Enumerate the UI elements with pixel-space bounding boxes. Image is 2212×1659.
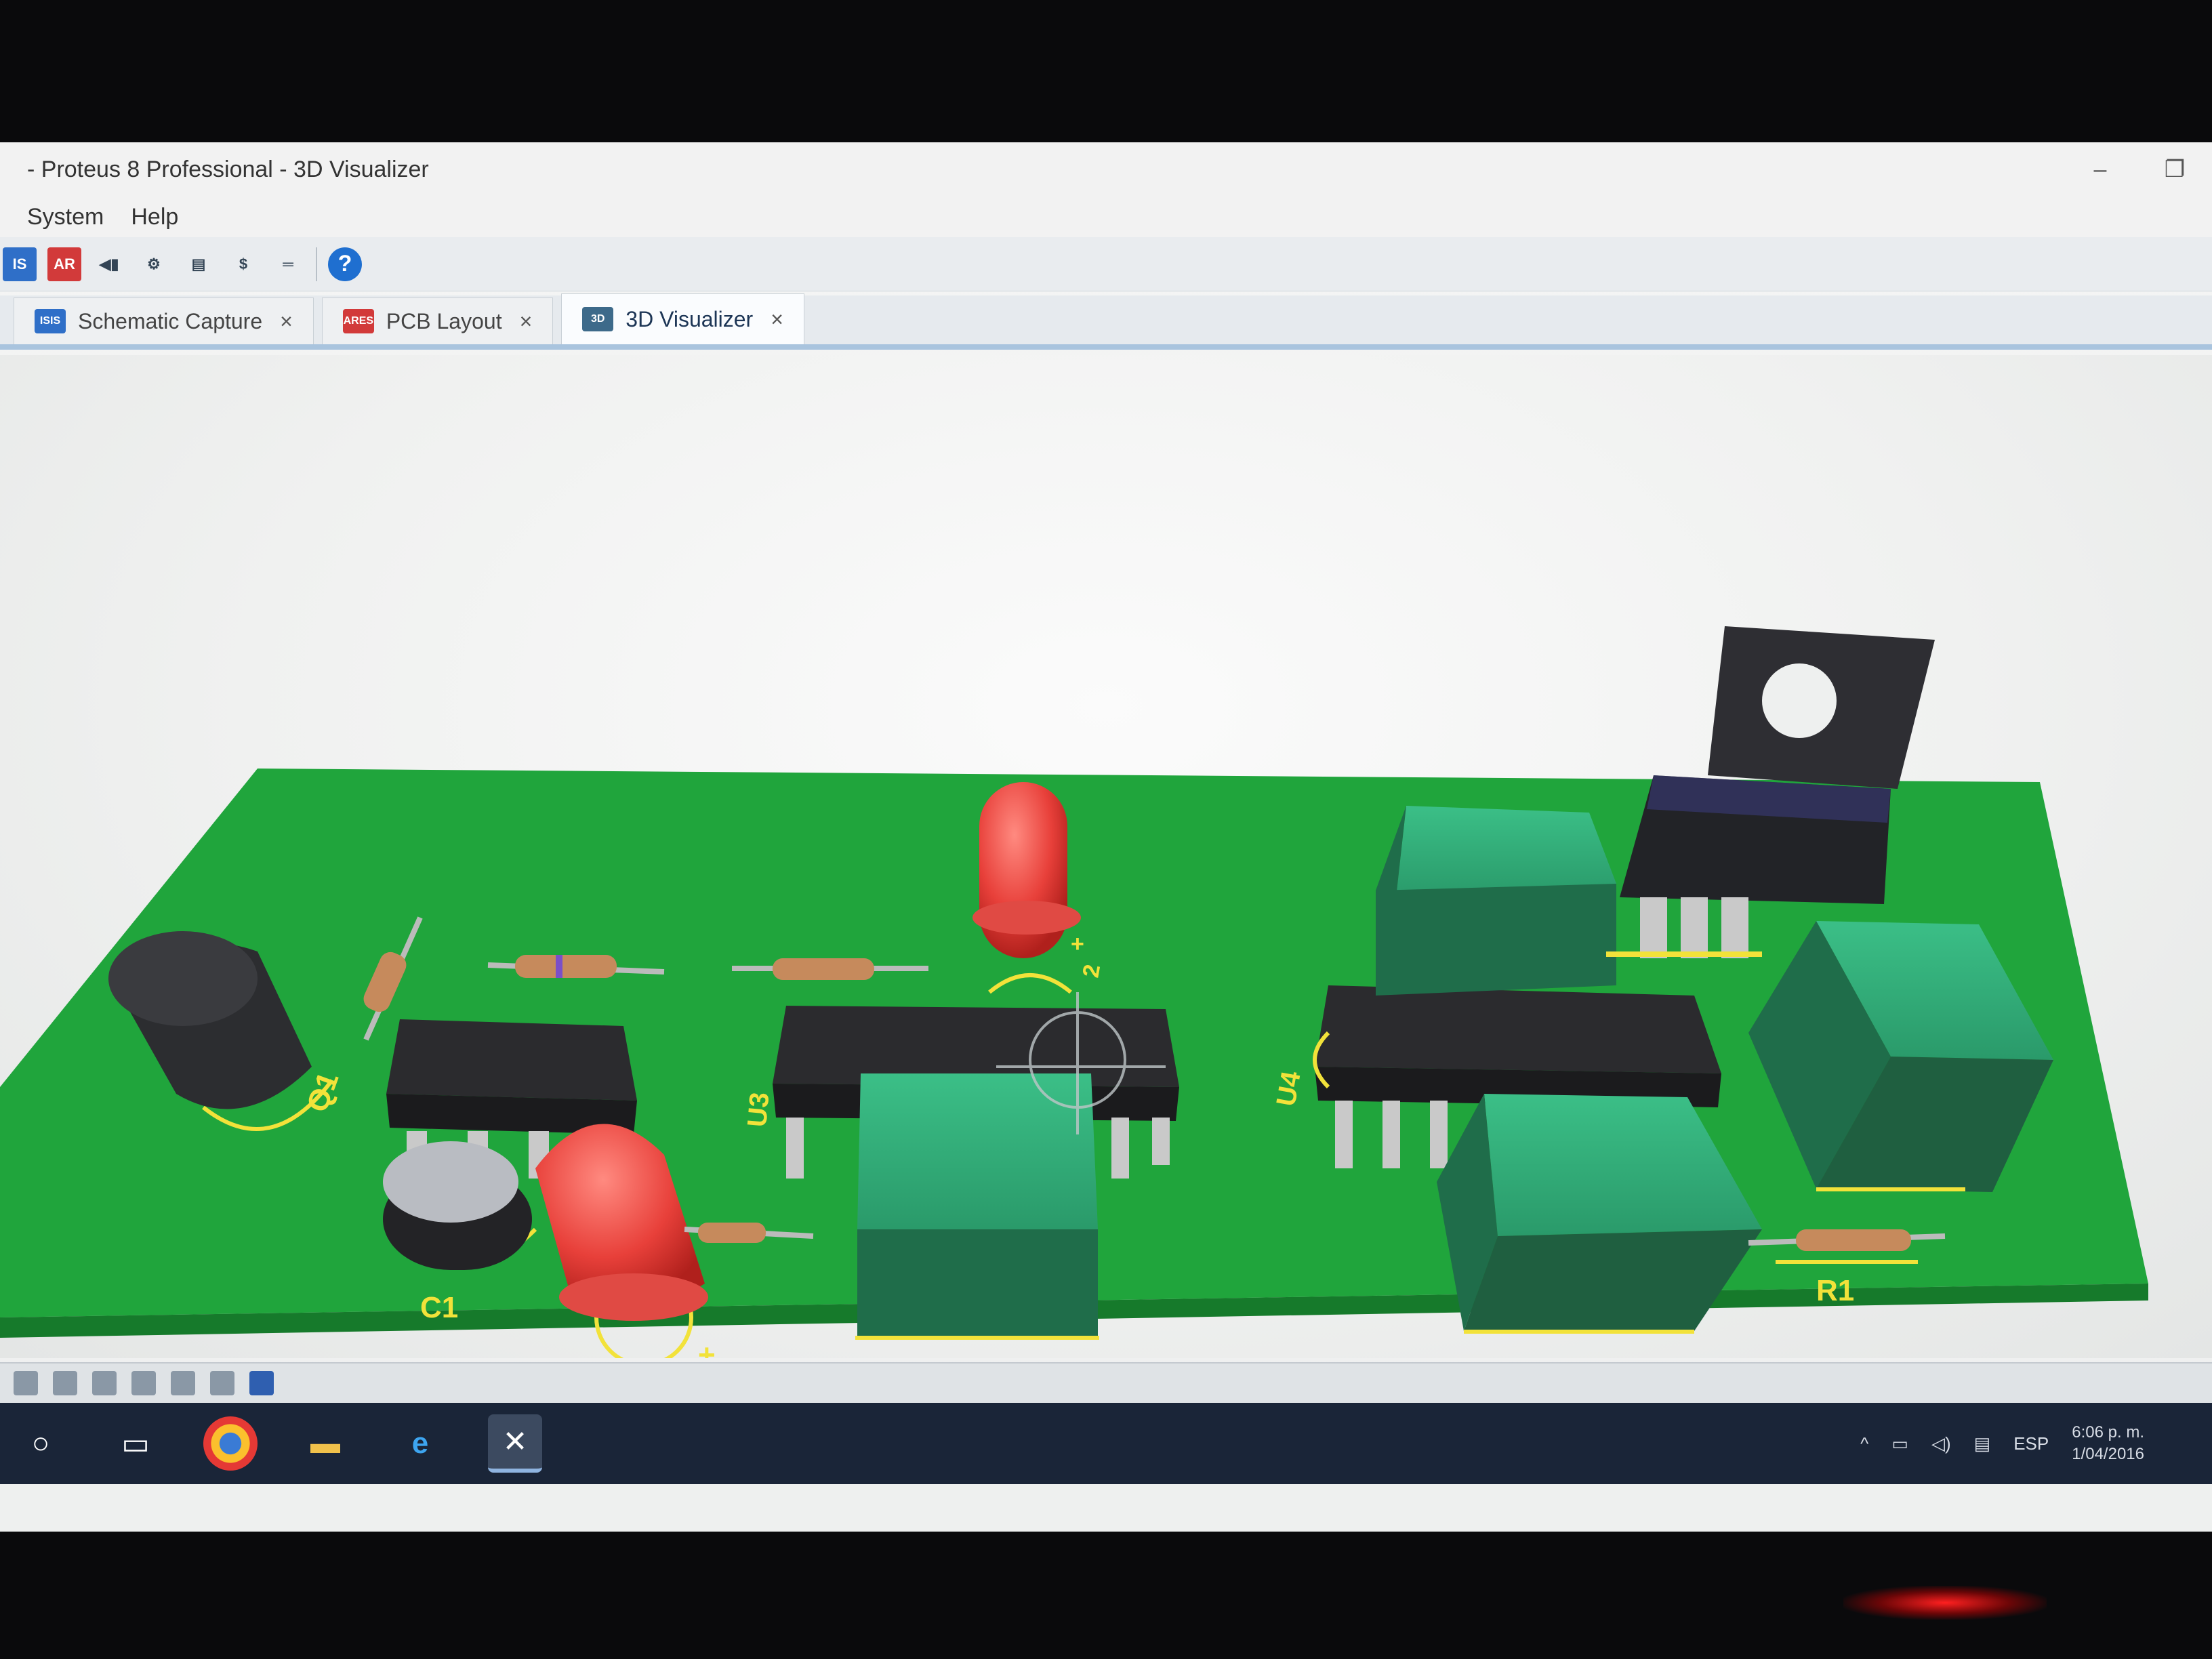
windows-taskbar: ○ ▭ ▬ e ✕ ^ ▭ ◁) ▤ ESP 6:06 p. m. 1/04/2… — [0, 1403, 2212, 1484]
board-icon[interactable] — [249, 1371, 274, 1395]
undo-icon[interactable] — [14, 1371, 38, 1395]
vsm-studio-icon[interactable]: ═ — [271, 247, 305, 281]
label-u3: U3 — [742, 1091, 775, 1128]
restore-button[interactable]: ❐ — [2158, 142, 2192, 197]
design-explorer-icon[interactable]: $ — [226, 247, 260, 281]
main-toolbar: IS AR ◀▮ ⚙ ▤ $ ═ ? — [0, 237, 2212, 291]
menu-system[interactable]: System — [27, 204, 104, 230]
search-icon[interactable]: ○ — [14, 1416, 68, 1471]
title-bar: - Proteus 8 Professional - 3D Visualizer… — [0, 142, 2212, 197]
proteus-taskbar-icon[interactable]: ✕ — [488, 1414, 542, 1473]
3d-view-icon[interactable] — [131, 1371, 156, 1395]
3d-visualizer-icon[interactable]: ◀▮ — [92, 247, 126, 281]
tab-3d-visualizer[interactable]: 3D 3D Visualizer × — [561, 293, 804, 344]
tab-label: Schematic Capture — [78, 308, 263, 333]
system-tray: ^ ▭ ◁) ▤ ESP 6:06 p. m. 1/04/2016 — [1860, 1403, 2144, 1484]
chevron-up-icon[interactable]: ^ — [1860, 1433, 1868, 1454]
close-icon[interactable]: × — [520, 309, 533, 334]
notification-icon[interactable]: ▤ — [1974, 1433, 1991, 1454]
gerber-icon[interactable]: ⚙ — [137, 247, 171, 281]
monitor-power-led — [1843, 1586, 2047, 1620]
internet-explorer-icon[interactable]: e — [393, 1416, 447, 1471]
menu-bar: System Help — [0, 197, 2212, 237]
tab-pcb-layout[interactable]: ARES PCB Layout × — [321, 298, 554, 344]
window-controls: – ❐ — [2083, 142, 2192, 197]
pcb-3d-render: Q1 C1 + 2 + U3 U4 R1 — [0, 626, 2148, 1358]
toolbar-separator — [316, 247, 317, 281]
menu-help[interactable]: Help — [131, 204, 178, 230]
label-d1-plus: + — [698, 1338, 716, 1358]
label-d2-plus: + — [1071, 931, 1084, 957]
tab-schematic-capture[interactable]: ISIS Schematic Capture × — [14, 298, 314, 344]
isis-icon: ISIS — [35, 309, 66, 333]
3d-visualizer-icon: 3D — [582, 307, 614, 331]
language-indicator[interactable]: ESP — [2013, 1433, 2049, 1454]
bom-icon[interactable]: ▤ — [182, 247, 216, 281]
isis-icon[interactable]: IS — [3, 247, 37, 281]
task-view-icon[interactable]: ▭ — [108, 1416, 163, 1471]
tab-label: 3D Visualizer — [626, 306, 754, 331]
chrome-icon[interactable] — [203, 1416, 258, 1471]
3d-viewport[interactable]: Q1 C1 + 2 + U3 U4 R1 — [0, 355, 2212, 1358]
label-r1: R1 — [1816, 1274, 1854, 1307]
document-tabs: ISIS Schematic Capture × ARES PCB Layout… — [0, 293, 2212, 350]
connector-block-middle[interactable] — [855, 1073, 1099, 1340]
clock[interactable]: 6:06 p. m. 1/04/2016 — [2072, 1422, 2144, 1465]
close-icon[interactable]: × — [771, 307, 783, 332]
label-c1: C1 — [420, 1291, 458, 1324]
view-icon[interactable] — [53, 1371, 77, 1395]
clock-date: 1/04/2016 — [2072, 1445, 2144, 1463]
grid-icon[interactable] — [210, 1371, 234, 1395]
status-bar — [0, 1362, 2212, 1403]
clock-time: 6:06 p. m. — [2072, 1423, 2144, 1441]
ares-icon: ARES — [342, 309, 374, 333]
tab-label: PCB Layout — [386, 308, 502, 333]
minimize-button[interactable]: – — [2083, 142, 2117, 197]
close-icon[interactable]: × — [280, 309, 293, 334]
network-icon[interactable]: ▭ — [1891, 1433, 1908, 1454]
layer-icon[interactable] — [171, 1371, 195, 1395]
help-icon[interactable]: ? — [328, 247, 362, 281]
label-u4: U4 — [1271, 1069, 1307, 1109]
camera-icon[interactable] — [92, 1371, 117, 1395]
volume-icon[interactable]: ◁) — [1931, 1433, 1951, 1454]
file-explorer-icon[interactable]: ▬ — [298, 1416, 352, 1471]
connector-block-upper[interactable] — [1376, 806, 1616, 996]
monitor-screen: - Proteus 8 Professional - 3D Visualizer… — [0, 142, 2212, 1532]
window-title: - Proteus 8 Professional - 3D Visualizer — [27, 157, 429, 182]
ares-icon[interactable]: AR — [47, 247, 81, 281]
